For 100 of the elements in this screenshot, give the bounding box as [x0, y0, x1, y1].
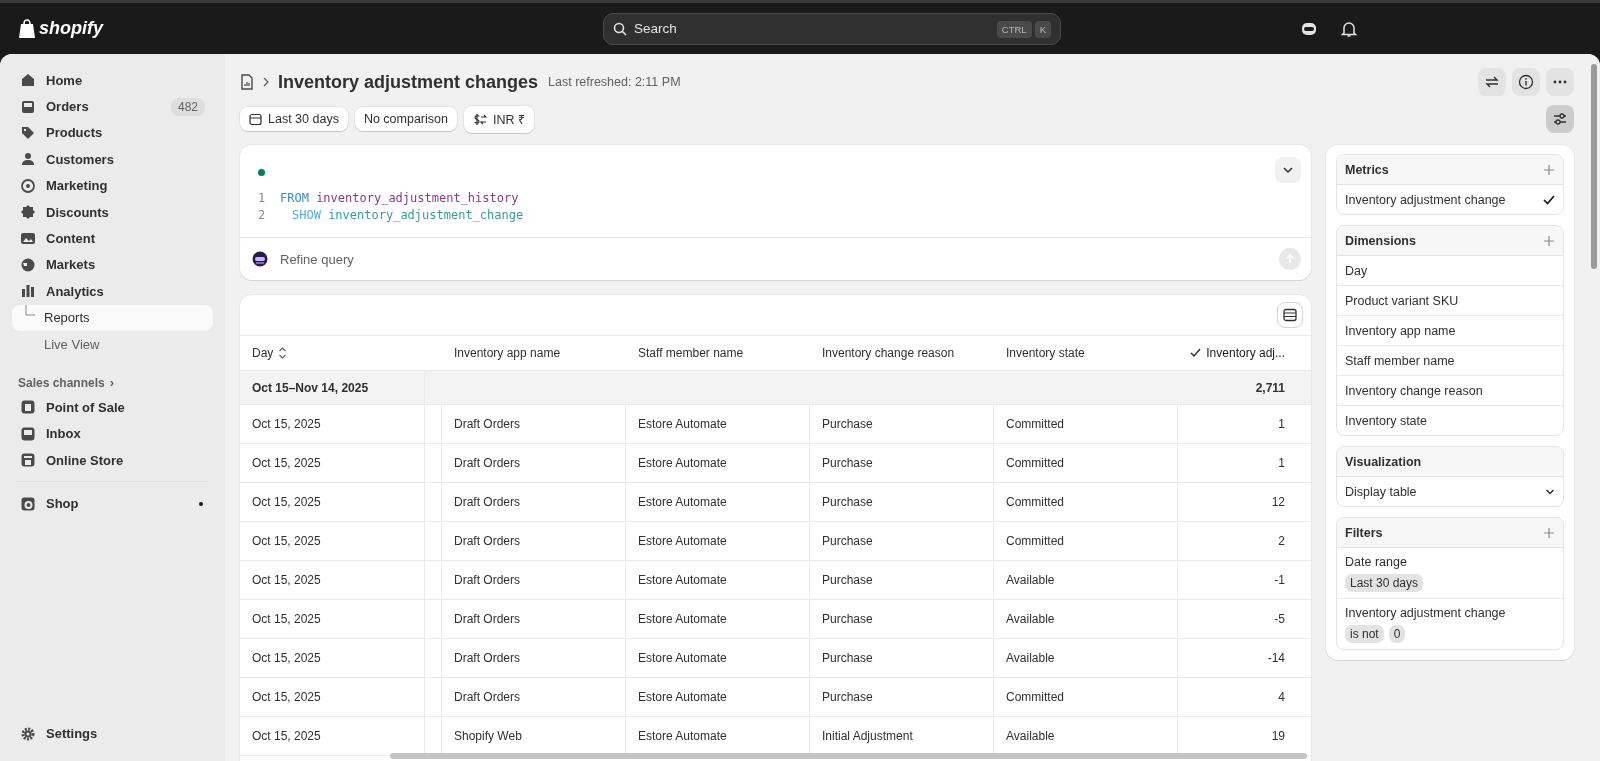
bell-icon[interactable] [1340, 19, 1358, 38]
filter-button[interactable]: Last 30 days [240, 107, 348, 131]
table-cell: Purchase [810, 444, 994, 482]
count-badge: 482 [170, 97, 205, 116]
swap-arrows-button[interactable] [1478, 68, 1506, 96]
code-line: SHOW inventory_adjustment_change [291, 207, 524, 222]
metric-item[interactable]: Inventory adjustment change [1337, 185, 1563, 214]
table-cell: Draft Orders [442, 639, 626, 677]
table-cell: Estore Automate [626, 600, 810, 638]
column-header[interactable]: Staff member name [626, 336, 810, 370]
table-cell-text: 19 [1270, 728, 1286, 745]
filter-chip[interactable]: is not [1345, 625, 1384, 643]
table-cell: Estore Automate [626, 561, 810, 599]
dimension-item[interactable]: Product variant SKU [1337, 286, 1563, 316]
filter-button[interactable]: No comparison [354, 107, 457, 131]
table-cell: Purchase [810, 522, 994, 560]
plus-icon[interactable] [1543, 163, 1555, 176]
dimension-item[interactable]: Inventory change reason [1337, 376, 1563, 406]
table-cell: Purchase [810, 483, 994, 521]
table-cell: Purchase [810, 561, 994, 599]
table-cell: Draft Orders [442, 444, 626, 482]
filter-chip[interactable]: Last 30 days [1345, 574, 1424, 592]
checkmark-icon [1190, 348, 1202, 358]
nav-item[interactable]: Orders 482 [12, 93, 213, 120]
table-cell: Oct 15, 2025 [240, 639, 425, 677]
table-view-button[interactable] [1277, 302, 1303, 328]
section-heading[interactable]: Sales channels [18, 375, 105, 390]
filter-label[interactable]: Date range [1345, 555, 1407, 569]
table-cell-text: 1 [1277, 416, 1286, 433]
nav-item[interactable]: Shop [12, 490, 213, 517]
nav-item[interactable]: Live View [12, 330, 213, 358]
table-cell: Estore Automate [626, 405, 810, 443]
nav-item[interactable]: Content [12, 225, 213, 252]
column-header[interactable]: Inventory app name [442, 336, 626, 370]
page-title: Inventory adjustment changes [278, 71, 539, 93]
table-cell-text: 1 [1277, 455, 1286, 472]
column-header[interactable]: Inventory change reason [810, 336, 994, 370]
filter-label[interactable]: Inventory adjustment change [1345, 606, 1506, 620]
table-cell: Committed [994, 678, 1178, 716]
calendar-icon [249, 112, 262, 126]
horizontal-scrollbar[interactable] [390, 753, 1307, 759]
tray-icon [20, 425, 36, 442]
dimension-item[interactable]: Staff member name [1337, 346, 1563, 376]
info-button[interactable] [1512, 68, 1540, 96]
visualization-dropdown[interactable]: Display table [1337, 477, 1563, 506]
column-header[interactable]: Inventory state [994, 336, 1178, 370]
table-cell: Purchase [810, 405, 994, 443]
nav-item[interactable]: Settings [12, 720, 213, 747]
dimension-item[interactable]: Inventory app name [1337, 316, 1563, 346]
table-cell: Oct 15, 2025 [240, 522, 425, 560]
nav-item[interactable]: Products [12, 119, 213, 147]
info-icon [1518, 74, 1534, 90]
section-title: Dimensions [1345, 233, 1416, 248]
table-cell: Estore Automate [626, 639, 810, 677]
table-cell-text: 12 [1270, 494, 1286, 511]
line-number: 2 [258, 207, 266, 222]
plus-icon[interactable] [1543, 526, 1555, 539]
logo[interactable]: shopify [18, 18, 603, 39]
code-editor[interactable]: 1 FROM inventory_adjustment_history 2 SHOW inventory_adjustment_change [240, 183, 1311, 237]
plus-icon[interactable] [1543, 234, 1555, 247]
table-cell: Committed [994, 483, 1178, 521]
nav-item[interactable]: Markets [12, 251, 213, 279]
nav-item[interactable]: Discounts [12, 198, 213, 226]
table-cell-text: 4 [1277, 689, 1286, 706]
filter-chip[interactable]: 0 [1388, 625, 1406, 643]
section-title: Filters [1345, 525, 1383, 540]
target-icon [20, 177, 36, 194]
table-cell: Oct 15, 2025 [240, 600, 425, 638]
tray-icon [20, 98, 36, 115]
sliders-button[interactable] [1546, 105, 1574, 133]
collapse-button[interactable] [1275, 157, 1301, 183]
logo-text: shopify [39, 18, 103, 39]
nav-item[interactable]: Point of Sale [12, 394, 213, 421]
storefront-icon [20, 452, 36, 469]
table-icon [1283, 308, 1297, 322]
nav-item[interactable]: Customers [12, 146, 213, 173]
dimension-item[interactable]: Day [1337, 256, 1563, 286]
tag-icon [20, 124, 36, 141]
filter-button[interactable]: INR ₹ [463, 105, 534, 133]
gear-icon [20, 725, 36, 742]
table-cell: Draft Orders [442, 522, 626, 560]
sliders-icon [1552, 111, 1568, 127]
column-header[interactable]: Inventory adj... [1178, 336, 1311, 370]
table-cell: Available [994, 561, 1178, 599]
chevron-icon[interactable]: › [109, 375, 115, 391]
more-button[interactable] [1546, 68, 1574, 96]
column-header[interactable]: Day [240, 336, 442, 370]
code-line: FROM inventory_adjustment_history [280, 190, 519, 205]
chevron-down-icon [1545, 487, 1555, 496]
nav-item[interactable]: Home [12, 67, 213, 94]
status-dot [258, 168, 265, 176]
nav-item[interactable]: Marketing [12, 172, 213, 199]
table-cell: Committed [994, 405, 1178, 443]
nav-item[interactable]: Reports [12, 304, 213, 331]
nav-item[interactable]: Inbox [12, 420, 213, 448]
currency-swap-icon [472, 112, 487, 126]
document-icon[interactable] [240, 74, 254, 90]
nav-item[interactable]: Online Store [12, 447, 213, 474]
dimension-item[interactable]: Inventory state [1337, 406, 1563, 435]
nav-item[interactable]: Analytics [12, 278, 213, 305]
